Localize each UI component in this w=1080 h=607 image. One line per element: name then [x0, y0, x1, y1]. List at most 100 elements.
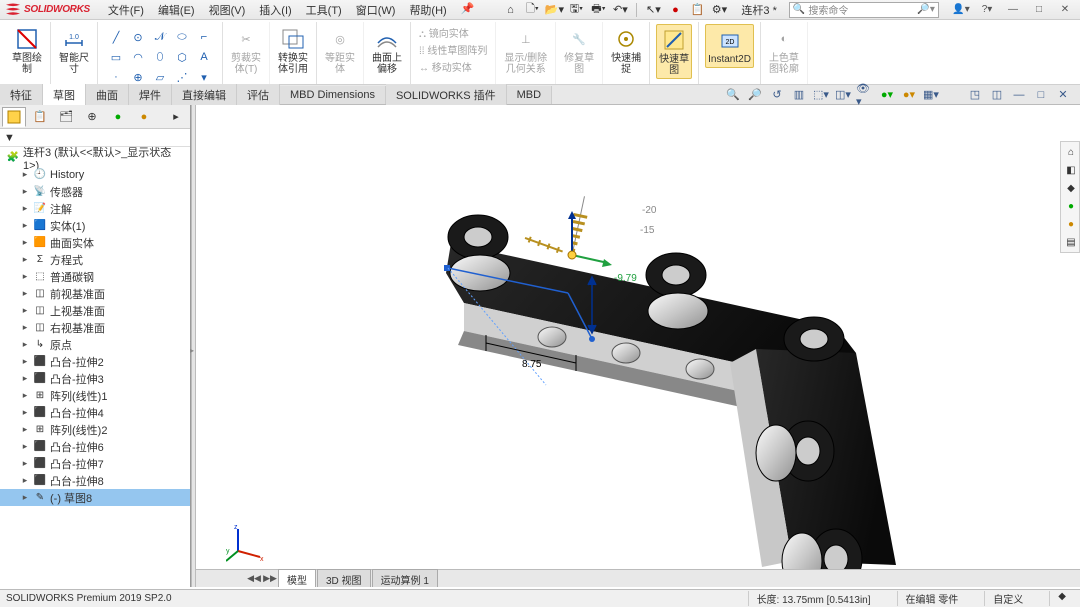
search-dropdown-icon[interactable]: 🔎▾ [917, 4, 934, 15]
tab-weldments[interactable]: 焊件 [129, 84, 172, 106]
smart-dimension-button[interactable]: 1.0 智能尺 寸 [57, 24, 91, 77]
tree-filter[interactable]: ▼ [0, 129, 190, 147]
text-tool-icon[interactable]: A [194, 48, 214, 66]
tree-item-9[interactable]: ▸◫右视基准面 [0, 319, 190, 336]
appearance-tab-icon[interactable]: ● [132, 107, 156, 127]
tree-twisty-icon[interactable]: ▸ [20, 322, 30, 333]
quick-snap-button[interactable]: 快速捕 捉 [609, 24, 643, 77]
view-orient-icon[interactable]: ⬚▾ [812, 87, 830, 103]
minimize-icon[interactable]: — [1002, 3, 1024, 17]
close-icon[interactable]: ✕ [1054, 3, 1076, 17]
qa-settings-icon[interactable]: ⚙▾ [709, 1, 729, 19]
panel-expand-icon[interactable]: ▸ [164, 107, 188, 127]
convert-button[interactable]: 转换实 体引用 [276, 24, 310, 77]
trim-button[interactable]: ✂剪裁实 体(T) [229, 24, 263, 77]
exit-sketch-button[interactable]: 草图绘 制 [10, 24, 44, 77]
tree-twisty-icon[interactable]: ▸ [20, 203, 30, 214]
tree-twisty-icon[interactable]: ▸ [20, 220, 30, 231]
qa-undo-icon[interactable]: ↶▾ [610, 1, 630, 19]
tree-item-11[interactable]: ▸⬛凸台-拉伸2 [0, 353, 190, 370]
circle-tool-icon[interactable]: ⊙ [128, 28, 148, 46]
qa-new-icon[interactable]: 🗋▾ [522, 1, 542, 19]
tree-twisty-icon[interactable]: ▸ [20, 339, 30, 350]
graphics-viewport[interactable]: 8.75 -9.79 -20 -15 ⌂ ◧ ◆ ● ● ▤ z x y ◀◀ … [196, 105, 1080, 587]
tree-item-2[interactable]: ▸📝注解 [0, 200, 190, 217]
qa-save-icon[interactable]: 🖫▾ [566, 1, 586, 19]
menu-window[interactable]: 窗口(W) [350, 0, 402, 20]
dimxpert-tab-icon[interactable]: ⊕ [80, 107, 104, 127]
edit-appearance-icon[interactable]: ●▾ [878, 87, 896, 103]
decals-icon[interactable]: ▤ [1063, 234, 1079, 250]
tree-twisty-icon[interactable]: ▸ [20, 271, 30, 282]
tree-item-3[interactable]: ▸🟦实体(1) [0, 217, 190, 234]
appearance-flyout-icon[interactable]: ● [1063, 198, 1079, 214]
line-tool-icon[interactable]: ╱ [106, 28, 126, 46]
linear-pattern-button[interactable]: ⁞⁞ 线性草图阵列 [417, 41, 489, 58]
menu-insert[interactable]: 插入(I) [253, 0, 297, 20]
tree-twisty-icon[interactable]: ▸ [20, 390, 30, 401]
tree-twisty-icon[interactable]: ▸ [20, 305, 30, 316]
tree-twisty-icon[interactable]: ▸ [20, 373, 30, 384]
tree-root[interactable]: 🧩连杆3 (默认<<默认>_显示状态 1>) [0, 149, 190, 166]
menu-edit[interactable]: 编辑(E) [152, 0, 201, 20]
view-settings-icon[interactable]: ▦▾ [922, 87, 940, 103]
help-icon[interactable]: ?▾ [976, 3, 998, 17]
tab-mbd[interactable]: MBD [507, 86, 552, 104]
hide-show-icon[interactable]: 👁▾ [856, 87, 874, 103]
mdi-tile-icon[interactable]: ◫ [988, 87, 1006, 103]
tree-twisty-icon[interactable]: ▸ [20, 356, 30, 367]
tree-twisty-icon[interactable]: ▸ [20, 492, 30, 503]
qa-select-icon[interactable]: ↖▾ [643, 1, 663, 19]
qa-rebuild-icon[interactable]: ● [665, 1, 685, 19]
tree-item-6[interactable]: ▸⬚普通碳钢 [0, 268, 190, 285]
zoom-fit-icon[interactable]: 🔍 [724, 87, 742, 103]
move-button[interactable]: ↔ 移动实体 [417, 58, 474, 75]
shaded-contour-button[interactable]: ◐上色草 图轮廓 [767, 24, 801, 77]
view-cube-icon[interactable]: ◧ [1063, 162, 1079, 178]
menu-tools[interactable]: 工具(T) [300, 0, 348, 20]
tab-addins[interactable]: SOLIDWORKS 插件 [386, 84, 507, 106]
tree-item-19[interactable]: ▸✎(-) 草图8 [0, 489, 190, 506]
instant2d-button[interactable]: 2DInstant2D [705, 24, 754, 68]
ellipse-tool-icon[interactable]: ⬯ [150, 48, 170, 66]
tab-surfaces[interactable]: 曲面 [86, 84, 129, 106]
repair-button[interactable]: 🔧修复草 图 [562, 24, 596, 77]
apply-scene-icon[interactable]: ●▾ [900, 87, 918, 103]
mdi-cascade-icon[interactable]: ◳ [966, 87, 984, 103]
maximize-icon[interactable]: □ [1028, 3, 1050, 17]
tree-item-13[interactable]: ▸⊞阵列(线性)1 [0, 387, 190, 404]
mdi-min-icon[interactable]: — [1010, 87, 1028, 103]
tree-item-8[interactable]: ▸◫上视基准面 [0, 302, 190, 319]
home-view-icon[interactable]: ⌂ [1063, 144, 1079, 160]
tab-scroll-left-icon[interactable]: ◀◀ [246, 573, 262, 584]
menu-pin-icon[interactable]: 📌 [455, 0, 481, 20]
tree-item-4[interactable]: ▸🟧曲面实体 [0, 234, 190, 251]
display-tab-icon[interactable]: ● [106, 107, 130, 127]
arc-tool-icon[interactable]: ◠ [128, 48, 148, 66]
tab-mbd-dim[interactable]: MBD Dimensions [280, 86, 386, 104]
offset-surface-button[interactable]: 曲面上 偏移 [370, 24, 404, 77]
offset-entities-button[interactable]: ◎等距实 体 [323, 24, 357, 77]
tree-twisty-icon[interactable]: ▸ [20, 237, 30, 248]
rapid-sketch-button[interactable]: 快速草 图 [656, 24, 692, 79]
tree-twisty-icon[interactable]: ▸ [20, 441, 30, 452]
tree-item-1[interactable]: ▸📡传感器 [0, 183, 190, 200]
section-view-icon[interactable]: ▥ [790, 87, 808, 103]
config-tab-icon[interactable]: 🗂 [54, 107, 78, 127]
user-icon[interactable]: 👤▾ [950, 3, 972, 17]
display-delete-button[interactable]: ⊥显示/删除 几何关系 [502, 24, 549, 77]
tab-evaluate[interactable]: 评估 [237, 84, 280, 106]
tab-scroll-right-icon[interactable]: ▶▶ [262, 573, 278, 584]
fillet-tool-icon[interactable]: ⌐ [194, 28, 214, 46]
tab-direct-edit[interactable]: 直接编辑 [172, 84, 237, 106]
tree-item-5[interactable]: ▸Σ方程式 [0, 251, 190, 268]
mdi-close-icon[interactable]: ✕ [1054, 87, 1072, 103]
motion-study-tab[interactable]: 运动算例 1 [372, 569, 438, 588]
menu-view[interactable]: 视图(V) [203, 0, 252, 20]
zoom-area-icon[interactable]: 🔎 [746, 87, 764, 103]
mirror-button[interactable]: ⛬ 镜向实体 [417, 24, 471, 41]
tree-twisty-icon[interactable]: ▸ [20, 424, 30, 435]
tree-item-12[interactable]: ▸⬛凸台-拉伸3 [0, 370, 190, 387]
menu-file[interactable]: 文件(F) [102, 0, 150, 20]
tab-sketch[interactable]: 草图 [43, 84, 86, 107]
